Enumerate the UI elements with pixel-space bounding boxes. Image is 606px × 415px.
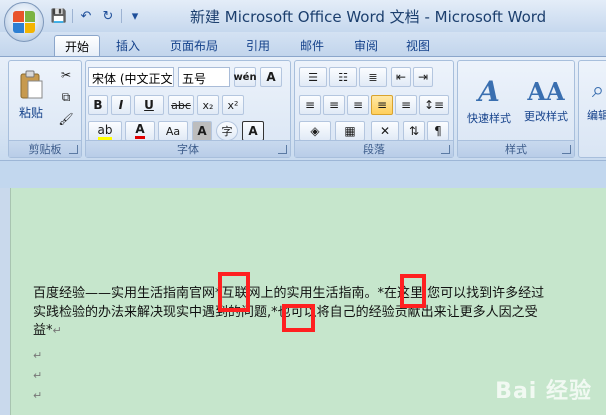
highlight-box: [218, 272, 250, 312]
highlight-button[interactable]: ab: [88, 121, 122, 141]
styles-launcher-icon[interactable]: [562, 145, 571, 154]
quick-styles-label: 快速样式: [467, 111, 511, 125]
numbering-button[interactable]: ☷: [329, 67, 357, 87]
font-color-button[interactable]: A: [125, 121, 155, 141]
superscript-button[interactable]: x²: [222, 95, 244, 115]
highlight-box: [282, 304, 315, 332]
font-group: 宋体 (中文正文 五号 wén A B I U abc x₂ x² ab A A…: [85, 60, 291, 158]
tab-view[interactable]: 视图: [396, 35, 440, 56]
character-border-button[interactable]: A: [242, 121, 264, 141]
document-line: 益*↵: [33, 322, 603, 341]
qat-divider: [121, 9, 122, 23]
office-button[interactable]: [4, 2, 44, 42]
borders-button[interactable]: ▦: [335, 121, 365, 141]
document-paragraph[interactable]: 百度经验——实用生活指南官网*互联网上的实用生活指南。*在这里,您可以找到许多经…: [33, 285, 603, 341]
qat-divider: [72, 9, 73, 23]
change-styles-button[interactable]: AA 更改样式: [518, 65, 574, 135]
paragraph-mark: ↵: [33, 389, 43, 402]
highlight-box: [400, 274, 426, 308]
title-bar: 💾 ↶ ↻ ▾ 新建 Microsoft Office Word 文档 - Mi…: [0, 0, 606, 32]
phonetic-guide-button[interactable]: wén: [233, 67, 257, 87]
multilevel-list-button[interactable]: ≣: [359, 67, 387, 87]
clipboard-launcher-icon[interactable]: [69, 145, 78, 154]
undo-icon[interactable]: ↶: [77, 7, 95, 25]
quick-access-toolbar: 💾 ↶ ↻ ▾: [50, 6, 144, 26]
font-color-label: A: [135, 123, 145, 139]
increase-indent-button[interactable]: ⇥: [413, 67, 433, 87]
chinese-layout-button[interactable]: ✕: [371, 121, 399, 141]
paragraph-launcher-icon[interactable]: [441, 145, 450, 154]
paste-button[interactable]: 粘贴: [13, 65, 49, 125]
paste-icon: [20, 70, 43, 98]
tab-mailings[interactable]: 邮件: [290, 35, 334, 56]
document-line-text: 益*: [33, 323, 53, 338]
document-top-area: [0, 160, 606, 188]
decrease-indent-button[interactable]: ⇤: [391, 67, 411, 87]
paragraph-group-label: 段落: [295, 140, 453, 157]
tab-references[interactable]: 引用: [236, 35, 280, 56]
styles-group-label: 样式: [458, 140, 574, 157]
font-size-dropdown[interactable]: 五号: [178, 67, 230, 87]
align-right-button[interactable]: ≡: [347, 95, 369, 115]
change-styles-label: 更改样式: [524, 109, 568, 123]
styles-group: A 快速样式 AA 更改样式 样式: [457, 60, 575, 158]
tab-review[interactable]: 审阅: [344, 35, 388, 56]
paragraph-mark: ↵: [33, 369, 43, 382]
tab-page-layout[interactable]: 页面布局: [160, 35, 228, 56]
paragraph-group: ☰ ☷ ≣ ⇤ ⇥ ≡ ≡ ≡ ≡ ≡ ↕≡ ◈ ▦ ✕ ⇅ ¶ 段落: [294, 60, 454, 158]
font-launcher-icon[interactable]: [278, 145, 287, 154]
change-styles-icon: AA: [527, 76, 565, 106]
watermark: Bai 经验: [495, 379, 592, 404]
ribbon-tabs: 开始 插入 页面布局 引用 邮件 审阅 视图: [0, 32, 606, 56]
paste-label: 粘贴: [18, 105, 43, 120]
ribbon: 粘贴 ✂ ⧉ 🖌 剪贴板 宋体 (中文正文 五号 wén A B I U abc…: [0, 56, 606, 160]
highlighter-icon: ab: [97, 123, 113, 140]
cut-icon[interactable]: ✂: [57, 66, 75, 84]
shading-button[interactable]: ◈: [299, 121, 331, 141]
strikethrough-button[interactable]: abc: [168, 95, 194, 115]
document-page[interactable]: 百度经验——实用生活指南官网*互联网上的实用生活指南。*在这里,您可以找到许多经…: [10, 188, 606, 415]
character-shading-button[interactable]: A: [192, 121, 212, 141]
save-icon[interactable]: 💾: [50, 7, 68, 25]
tab-insert[interactable]: 插入: [106, 35, 150, 56]
show-marks-button[interactable]: ¶: [427, 121, 449, 141]
editing-label: 编辑: [587, 108, 606, 122]
tab-home[interactable]: 开始: [54, 35, 100, 56]
change-case-button[interactable]: Aa: [158, 121, 188, 141]
paragraph-mark: ↵: [33, 349, 43, 362]
enclose-characters-button[interactable]: 字: [216, 121, 238, 141]
copy-icon[interactable]: ⧉: [57, 88, 75, 106]
underline-button[interactable]: U: [134, 95, 164, 115]
font-group-label: 字体: [86, 140, 290, 157]
subscript-button[interactable]: x₂: [197, 95, 219, 115]
line-spacing-button[interactable]: ↕≡: [419, 95, 449, 115]
clipboard-group: 粘贴 ✂ ⧉ 🖌 剪贴板: [8, 60, 82, 158]
office-logo-icon: [13, 11, 35, 33]
italic-button[interactable]: I: [111, 95, 131, 115]
font-name-dropdown[interactable]: 宋体 (中文正文: [88, 67, 174, 87]
bold-button[interactable]: B: [88, 95, 108, 115]
align-center-button[interactable]: ≡: [323, 95, 345, 115]
editing-button[interactable]: ⌕ 编辑: [581, 65, 606, 135]
redo-icon[interactable]: ↻: [99, 7, 117, 25]
distributed-button[interactable]: ≡: [395, 95, 417, 115]
quick-styles-icon: A: [478, 74, 500, 108]
paragraph-mark: ↵: [52, 324, 62, 337]
customize-qat-icon[interactable]: ▾: [126, 7, 144, 25]
bullets-button[interactable]: ☰: [299, 67, 327, 87]
justify-button[interactable]: ≡: [371, 95, 393, 115]
sort-button[interactable]: ⇅: [403, 121, 425, 141]
window-title: 新建 Microsoft Office Word 文档 - Microsoft …: [190, 8, 547, 26]
document-line: 实践检验的办法来解决现实中遇到的问题,*也可以将自己的经验贡献出来让更多人因之受: [33, 304, 538, 320]
editing-group: ⌕ 编辑: [578, 60, 606, 158]
quick-styles-button[interactable]: A 快速样式: [460, 65, 518, 135]
format-painter-icon[interactable]: 🖌: [57, 110, 75, 128]
document-line: 百度经验——实用生活指南官网*互联网上的实用生活指南。*在这里,您可以找到许多经…: [33, 286, 545, 301]
align-left-button[interactable]: ≡: [299, 95, 321, 115]
binoculars-icon: ⌕: [591, 77, 605, 103]
grow-font-button[interactable]: A: [260, 67, 282, 87]
